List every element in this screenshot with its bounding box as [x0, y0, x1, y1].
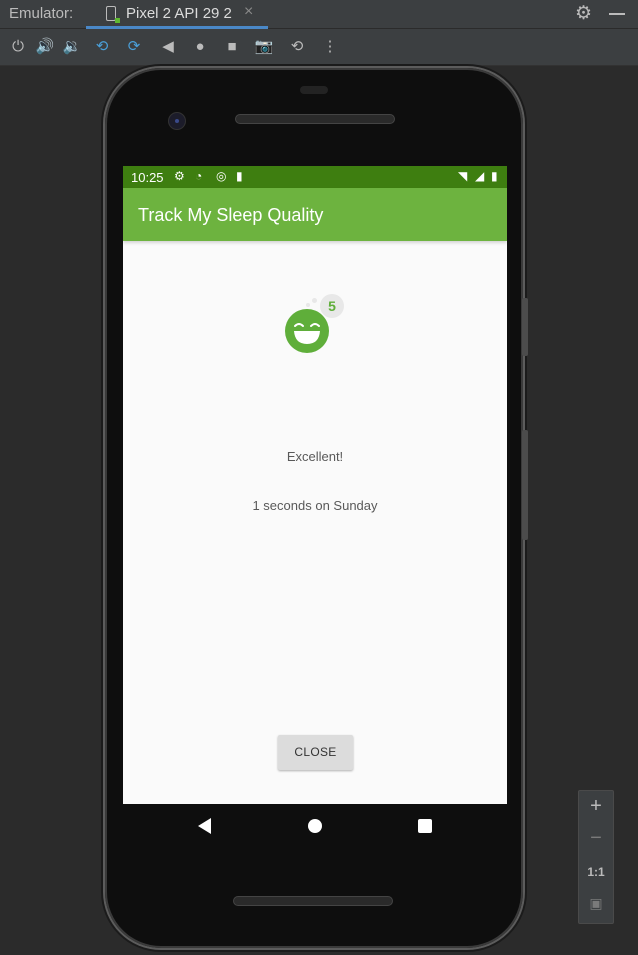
- wifi-notification-icon: ◔: [195, 169, 203, 183]
- volume-down-icon[interactable]: 🔉: [62, 37, 82, 57]
- close-button[interactable]: CLOSE: [278, 735, 353, 770]
- device-tab[interactable]: Pixel 2 API 29 2 ×: [100, 0, 268, 28]
- rotate-left-icon[interactable]: ⟲: [92, 37, 112, 57]
- overview-icon[interactable]: ■: [222, 37, 242, 57]
- zoom-in-button[interactable]: +: [579, 795, 613, 818]
- snapshot-icon[interactable]: ⟲: [287, 37, 307, 57]
- back-icon[interactable]: ◀: [158, 37, 178, 57]
- zoom-out-button[interactable]: −: [579, 827, 613, 850]
- power-icon[interactable]: ⏻: [8, 37, 28, 57]
- settings-notification-icon: ⚙: [174, 169, 185, 183]
- sleep-bubble-small: [306, 303, 310, 307]
- camera-icon[interactable]: 📷: [254, 37, 274, 57]
- device-icon: [106, 6, 120, 23]
- device-tab-label: Pixel 2 API 29 2: [126, 5, 232, 22]
- volume-up-icon[interactable]: 🔊: [35, 37, 55, 57]
- wifi-signal-icon: ◥: [458, 169, 468, 183]
- close-tab-icon[interactable]: ×: [244, 3, 253, 21]
- top-sensor: [300, 86, 328, 94]
- emulator-toolbar: ⏻ 🔊 🔉 ⟲ ⟳ ◀ ● ■ 📷 ⟲ ⋮: [0, 29, 638, 66]
- settings-gear-icon[interactable]: ⚙: [575, 2, 592, 25]
- emulator-panel-title: Emulator:: [9, 5, 74, 22]
- nav-recents-icon[interactable]: [418, 819, 432, 833]
- app-title: Track My Sleep Quality: [138, 205, 324, 225]
- home-icon[interactable]: ●: [190, 37, 210, 57]
- sleep-bubble: [312, 298, 317, 303]
- status-bar: 10:25 ⚙ ◔ ◎ ▮ ◥ ◢ ▮: [123, 166, 507, 188]
- fit-screen-icon[interactable]: ▣: [579, 895, 613, 912]
- emulator-tool-window-header: Emulator: Pixel 2 API 29 2 × ⚙: [0, 0, 638, 29]
- nav-back-icon[interactable]: [198, 818, 211, 834]
- minimize-icon[interactable]: [609, 13, 625, 15]
- quality-badge: 5: [320, 294, 344, 318]
- bottom-speaker: [233, 896, 393, 906]
- power-side-button: [522, 298, 528, 356]
- nav-home-icon[interactable]: [308, 819, 322, 833]
- status-time: 10:25: [131, 170, 164, 185]
- volume-side-button: [522, 430, 528, 540]
- front-camera: [168, 112, 186, 130]
- zoom-panel: + − 1:1 ▣: [578, 790, 614, 924]
- actual-size-button[interactable]: 1:1: [579, 865, 613, 879]
- battery-icon: ▮: [491, 169, 498, 183]
- rotate-right-icon[interactable]: ⟳: [124, 37, 144, 57]
- quality-label: Excellent!: [286, 449, 344, 464]
- cell-signal-icon: ◢: [475, 169, 485, 183]
- device-screen: 10:25 ⚙ ◔ ◎ ▮ ◥ ◢ ▮ Track My Sleep Quali…: [123, 166, 507, 804]
- data-saver-icon: ◎: [216, 169, 227, 183]
- sleep-quality-icon: [285, 309, 329, 353]
- more-icon[interactable]: ⋮: [320, 37, 340, 57]
- top-speaker: [235, 114, 395, 124]
- sd-card-icon: ▮: [236, 169, 243, 183]
- sleep-duration: 1 seconds on Sunday: [252, 498, 378, 513]
- app-bar: Track My Sleep Quality: [123, 188, 507, 241]
